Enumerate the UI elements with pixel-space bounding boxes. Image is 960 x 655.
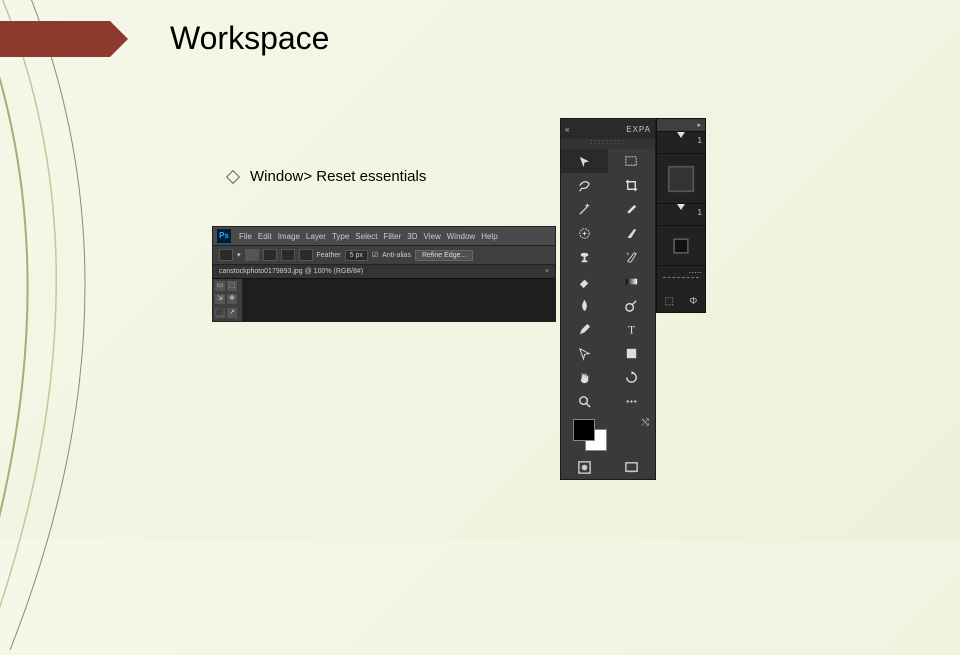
ps-canvas-area (243, 279, 555, 321)
menu-window[interactable]: Window (447, 232, 475, 241)
quickmask-toggle[interactable] (561, 455, 608, 479)
document-tab-title: canstockphoto0179893.jpg @ 100% (RGB/8#) (219, 268, 363, 275)
foreground-color-swatch[interactable] (573, 419, 595, 441)
toolbox-grip[interactable]: ::::::::: (561, 139, 655, 149)
marquee-tool[interactable] (608, 149, 655, 173)
hand-tool[interactable] (561, 365, 608, 389)
slider-cursor-icon[interactable] (677, 204, 685, 210)
menu-help[interactable]: Help (481, 232, 497, 241)
mini-tool-4[interactable]: ✥ (227, 294, 237, 304)
slide-title: Workspace (170, 20, 329, 57)
histogram-strip[interactable]: 1 (657, 132, 705, 154)
panel-collapse-icon[interactable]: ▸ (657, 119, 705, 132)
stamp-tool[interactable] (561, 245, 608, 269)
history-brush-tool[interactable] (608, 245, 655, 269)
toolbox-grid: T (561, 149, 655, 413)
ps-main-menu: Ps File Edit Image Layer Type Select Fil… (213, 227, 555, 246)
path-tool[interactable] (561, 341, 608, 365)
blur-tool[interactable] (561, 293, 608, 317)
photoshop-menubar-screenshot: Ps File Edit Image Layer Type Select Fil… (212, 226, 556, 322)
menu-file[interactable]: File (239, 232, 252, 241)
tab-close-icon[interactable]: × (545, 268, 549, 275)
mini-tool-5[interactable]: ⬛ (215, 308, 225, 318)
lasso-tool[interactable] (561, 173, 608, 197)
brush-size-strip[interactable]: 1 (657, 204, 705, 226)
selection-mode-icon[interactable] (245, 249, 259, 261)
shape-tool[interactable] (608, 341, 655, 365)
selection-add-icon[interactable] (263, 249, 277, 261)
antialias-label[interactable]: Anti-alias (382, 252, 411, 259)
menu-layer[interactable]: Layer (306, 232, 326, 241)
ps-mini-toolstrip: ▭ ⬚ ⇲ ✥ ⬛ ↗ (213, 279, 243, 321)
zoom-tool[interactable] (561, 389, 608, 413)
screenmode-toggle[interactable] (608, 455, 655, 479)
color-swatch-area: ⤭ (561, 413, 655, 455)
selection-sub-icon[interactable] (281, 249, 295, 261)
wand-tool[interactable] (561, 197, 608, 221)
diamond-bullet-icon (226, 169, 240, 183)
bullet-text: Window> Reset essentials (250, 168, 426, 185)
ps-options-bar: ▾ Feather 5 px ☑ Anti-alias Refine Edge.… (213, 246, 555, 265)
menu-edit[interactable]: Edit (258, 232, 272, 241)
menu-image[interactable]: Image (278, 232, 300, 241)
pen-tool[interactable] (561, 317, 608, 341)
menu-3d[interactable]: 3D (407, 232, 417, 241)
crop-tool[interactable] (608, 173, 655, 197)
bullet-item: Window> Reset essentials (228, 168, 426, 185)
refine-edge-button[interactable]: Refine Edge... (415, 250, 473, 261)
panel-foot-icon-b[interactable]: Φ (689, 296, 697, 307)
feather-label: Feather (317, 252, 341, 259)
healing-tool[interactable] (561, 221, 608, 245)
gradient-tool[interactable] (608, 269, 655, 293)
slider-cursor-icon[interactable] (677, 132, 685, 138)
svg-text:T: T (628, 324, 635, 336)
brush-value: 1 (698, 208, 702, 217)
feather-input[interactable]: 5 px (345, 250, 368, 261)
tool-preset-icon[interactable] (219, 249, 233, 261)
mini-tool-1[interactable]: ▭ (215, 281, 225, 291)
brush-tool[interactable] (608, 221, 655, 245)
eyedropper-tool[interactable] (608, 197, 655, 221)
mini-tool-3[interactable]: ⇲ (215, 294, 225, 304)
slide-title-bar: Workspace (0, 20, 329, 57)
color-preview-thumbnail[interactable] (657, 226, 705, 266)
panel-foot-icon-a[interactable]: ⬚ (665, 296, 674, 307)
navigator-thumbnail[interactable] (657, 154, 705, 204)
more-tool[interactable] (608, 389, 655, 413)
mini-tool-6[interactable]: ↗ (227, 308, 237, 318)
selection-int-icon[interactable] (299, 249, 313, 261)
ps-document-tab[interactable]: canstockphoto0179893.jpg @ 100% (RGB/8#)… (213, 265, 555, 279)
toolbox-collapse-icon[interactable]: « (565, 125, 569, 134)
menu-type[interactable]: Type (332, 232, 349, 241)
toolbox-expand-label: EXPA (626, 125, 651, 134)
eraser-tool[interactable] (561, 269, 608, 293)
dodge-tool[interactable] (608, 293, 655, 317)
decorative-swoosh (0, 0, 300, 650)
mini-tool-2[interactable]: ⬚ (227, 281, 237, 291)
menu-filter[interactable]: Filter (384, 232, 402, 241)
move-tool[interactable] (561, 149, 608, 173)
title-accent-block (0, 21, 110, 57)
ps-logo-icon: Ps (217, 229, 231, 243)
brush-stroke-preview: ····· (657, 266, 705, 290)
hist-value: 1 (698, 136, 702, 145)
rotate-tool[interactable] (608, 365, 655, 389)
menu-select[interactable]: Select (355, 232, 377, 241)
right-panel-dock: ▸ 1 1 ····· ⬚ Φ (656, 118, 706, 313)
photoshop-toolbox-panel: « EXPA ::::::::: T ⤭ (560, 118, 656, 480)
type-tool[interactable]: T (608, 317, 655, 341)
menu-view[interactable]: View (424, 232, 441, 241)
stroke-value: ····· (689, 268, 702, 277)
swap-colors-icon[interactable]: ⤭ (642, 417, 649, 428)
